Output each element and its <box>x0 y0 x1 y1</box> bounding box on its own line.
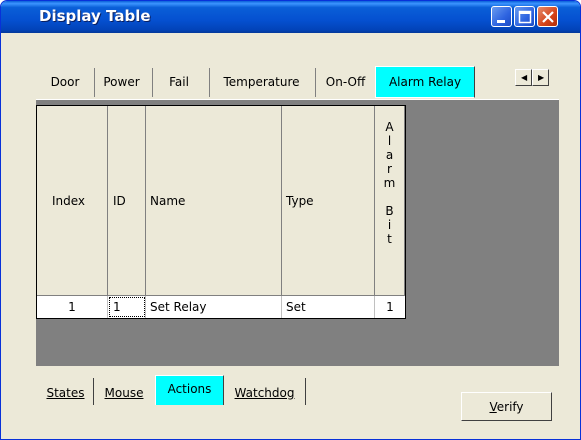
column-header-index[interactable]: Index <box>37 106 108 296</box>
minimize-icon <box>497 20 505 23</box>
display-table-window: Display Table Door Power Fail Temperatur… <box>0 0 581 440</box>
tab-on-off[interactable]: On-Off <box>315 68 375 97</box>
maximize-button[interactable] <box>514 6 535 27</box>
maximize-icon <box>518 10 532 24</box>
cell-name[interactable]: Set Relay <box>146 296 282 318</box>
minimize-button[interactable] <box>491 6 512 27</box>
tab-temperature[interactable]: Temperature <box>209 68 313 97</box>
tab-mouse[interactable]: Mouse <box>96 378 152 405</box>
cell-alarm-bit[interactable]: 1 <box>375 296 405 318</box>
tab-power[interactable]: Power <box>94 68 148 97</box>
window-title: Display Table <box>39 7 151 25</box>
alarm-bit-header-label: AlarmBit <box>383 120 396 246</box>
display-grid[interactable]: Index ID Name Type AlarmBit 1 1 Set Rela… <box>36 105 406 319</box>
tab-door[interactable]: Door <box>38 68 92 97</box>
arrow-left-icon: ◀ <box>521 73 528 82</box>
title-bar[interactable]: Display Table <box>1 1 580 33</box>
cell-id[interactable]: 1 <box>108 296 146 318</box>
verify-button[interactable]: Verify <box>461 392 552 421</box>
tab-alarm-relay[interactable]: Alarm Relay <box>375 66 475 98</box>
cell-type[interactable]: Set <box>282 296 375 318</box>
tab-actions[interactable]: Actions <box>155 375 224 405</box>
column-header-type[interactable]: Type <box>282 106 375 296</box>
tab-fail[interactable]: Fail <box>152 68 205 97</box>
tab-scroll-right-button[interactable]: ▶ <box>532 69 549 86</box>
column-header-id[interactable]: ID <box>108 106 146 296</box>
close-button[interactable] <box>537 6 558 27</box>
close-icon <box>542 11 554 23</box>
tab-states[interactable]: States <box>38 378 94 405</box>
arrow-right-icon: ▶ <box>538 73 545 82</box>
column-header-name[interactable]: Name <box>146 106 282 296</box>
column-header-alarm-bit[interactable]: AlarmBit <box>375 106 405 296</box>
tab-watchdog[interactable]: Watchdog <box>224 378 306 405</box>
tab-scroll-left-button[interactable]: ◀ <box>515 69 532 86</box>
cell-index[interactable]: 1 <box>37 296 108 318</box>
